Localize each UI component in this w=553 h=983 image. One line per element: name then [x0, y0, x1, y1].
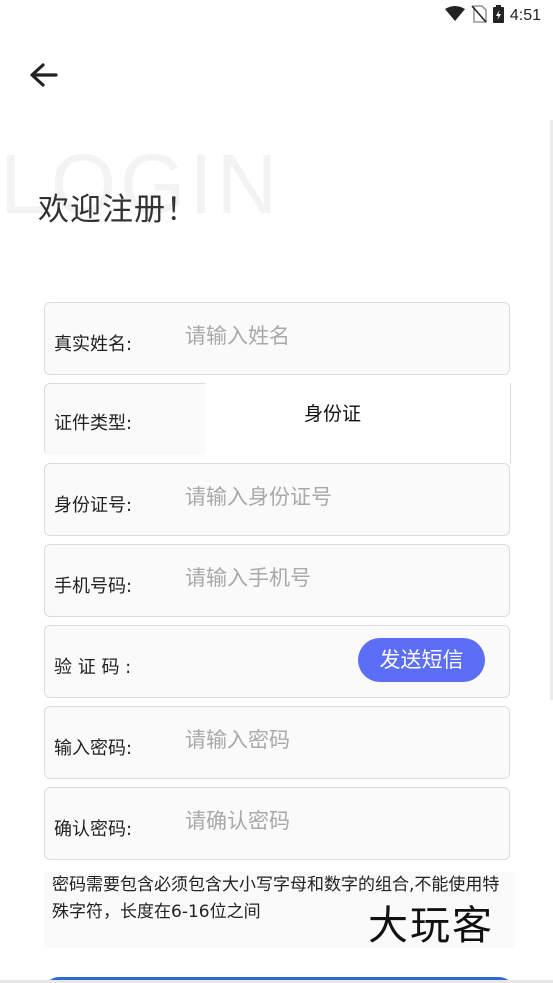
- phone-input[interactable]: [183, 557, 497, 599]
- id-type-value: 身份证: [304, 403, 362, 425]
- back-button[interactable]: [26, 58, 62, 94]
- no-sim-icon: [471, 5, 487, 27]
- name-input[interactable]: [183, 315, 497, 357]
- wifi-icon: [444, 6, 465, 26]
- id-type-label: 证件类型:: [54, 413, 133, 434]
- confirm-password-label: 确认密码:: [54, 819, 133, 840]
- id-number-label: 身份证号:: [54, 495, 133, 516]
- password-label: 输入密码:: [54, 738, 133, 759]
- name-field: 真实姓名:: [44, 302, 510, 375]
- id-number-input[interactable]: [183, 476, 497, 518]
- phone-label: 手机号码:: [54, 576, 133, 597]
- confirm-password-input[interactable]: [183, 800, 497, 842]
- brand-watermark: 大玩客: [368, 903, 494, 949]
- verification-code-label: 验 证 码 :: [54, 657, 132, 678]
- status-time: 4:51: [509, 7, 541, 24]
- arrow-left-icon: [30, 63, 58, 87]
- battery-charging-icon: [492, 5, 504, 27]
- confirm-password-field: 确认密码:: [44, 787, 510, 860]
- id-type-field: 证件类型: 身份证: [44, 383, 511, 464]
- name-label: 真实姓名:: [54, 334, 133, 355]
- status-icons: 4:51: [444, 5, 541, 27]
- register-screen: 4:51 LOGIN 欢迎注册！ 真实姓名: 证件类型: 身份证 身份证号: 手…: [0, 0, 553, 983]
- id-type-select[interactable]: 身份证: [205, 383, 511, 464]
- register-form: 真实姓名: 证件类型: 身份证 身份证号: 手机号码: 验 证 码 : 发送短信…: [44, 302, 511, 868]
- id-number-field: 身份证号:: [44, 463, 510, 536]
- phone-field: 手机号码:: [44, 544, 510, 617]
- password-input[interactable]: [183, 719, 497, 761]
- password-field: 输入密码:: [44, 706, 510, 779]
- status-bar: 4:51: [0, 0, 553, 34]
- verification-code-field: 验 证 码 : 发送短信: [44, 625, 510, 698]
- page-title: 欢迎注册！: [38, 192, 198, 228]
- send-sms-button[interactable]: 发送短信: [358, 638, 485, 682]
